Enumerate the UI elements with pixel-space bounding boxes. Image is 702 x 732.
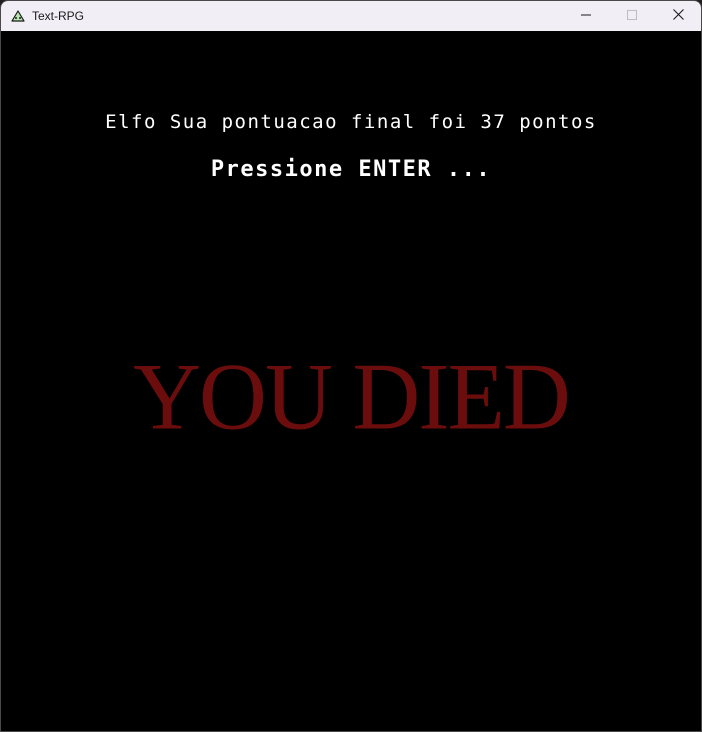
window-title: Text-RPG (32, 9, 85, 23)
app-window: Text-RPG Elfo Sua pontuacao final foi 37… (0, 0, 702, 732)
minimize-button[interactable] (563, 1, 609, 31)
press-enter-prompt: Pressione ENTER ... (210, 157, 492, 182)
game-screen[interactable]: Elfo Sua pontuacao final foi 37 pontos P… (1, 31, 701, 731)
window-controls (563, 1, 701, 31)
minimize-icon (581, 7, 591, 25)
title-bar[interactable]: Text-RPG (1, 1, 701, 31)
final-score-message: Elfo Sua pontuacao final foi 37 pontos (105, 111, 597, 133)
close-button[interactable] (655, 1, 701, 31)
you-died-banner: YOU DIED (133, 343, 571, 451)
maximize-icon (627, 7, 637, 25)
close-icon (672, 7, 684, 25)
maximize-button[interactable] (609, 1, 655, 31)
app-icon (10, 8, 26, 24)
